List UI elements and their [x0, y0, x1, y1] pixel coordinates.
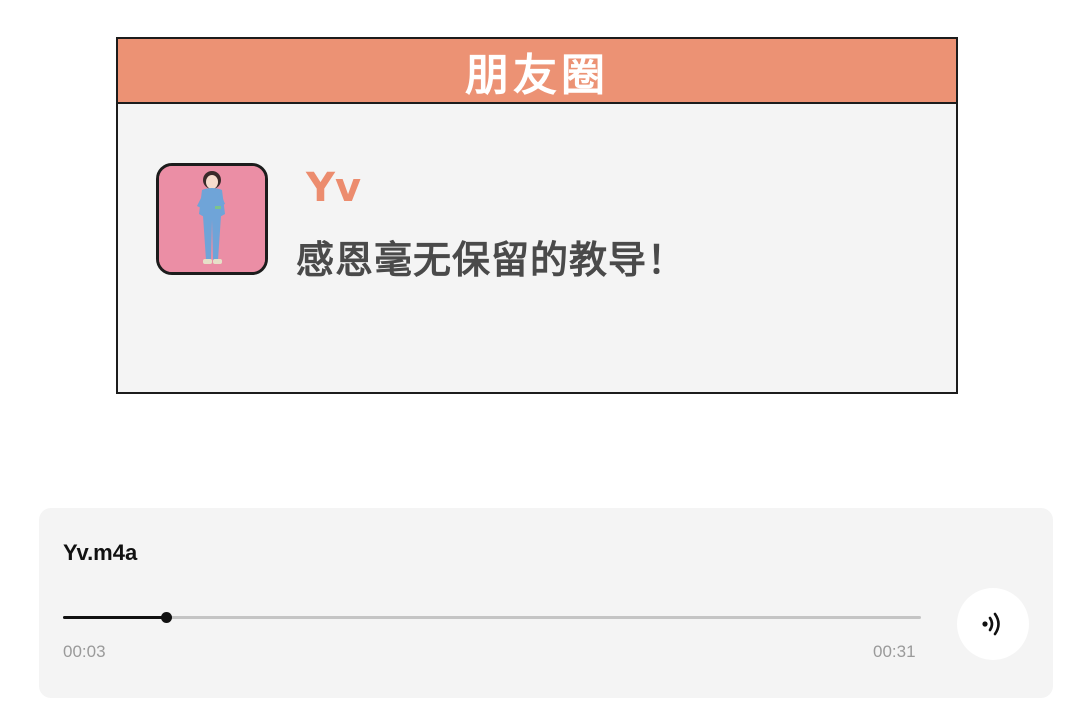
moments-title: 朋友圈 — [465, 49, 609, 101]
audio-file-name: Yv.m4a — [63, 540, 138, 565]
moments-card: 朋友圈 Yv 感恩毫无保留的教导！ — [116, 37, 958, 394]
volume-icon — [982, 612, 1000, 636]
current-time: 00:03 — [63, 642, 106, 661]
total-time: 00:31 — [873, 642, 916, 661]
avatar-illustration — [159, 166, 265, 272]
avatar[interactable] — [156, 163, 268, 275]
progress-slider[interactable] — [63, 612, 921, 623]
moments-header: 朋友圈 — [118, 39, 956, 104]
post-author[interactable]: Yv — [306, 165, 361, 211]
progress-knob[interactable] — [160, 612, 172, 623]
volume-button[interactable] — [957, 588, 1029, 660]
progress-fill — [63, 616, 166, 619]
audio-player: Yv.m4a 00:03 00:31 — [39, 508, 1053, 698]
post-text: 感恩毫无保留的教导！ — [296, 238, 687, 282]
